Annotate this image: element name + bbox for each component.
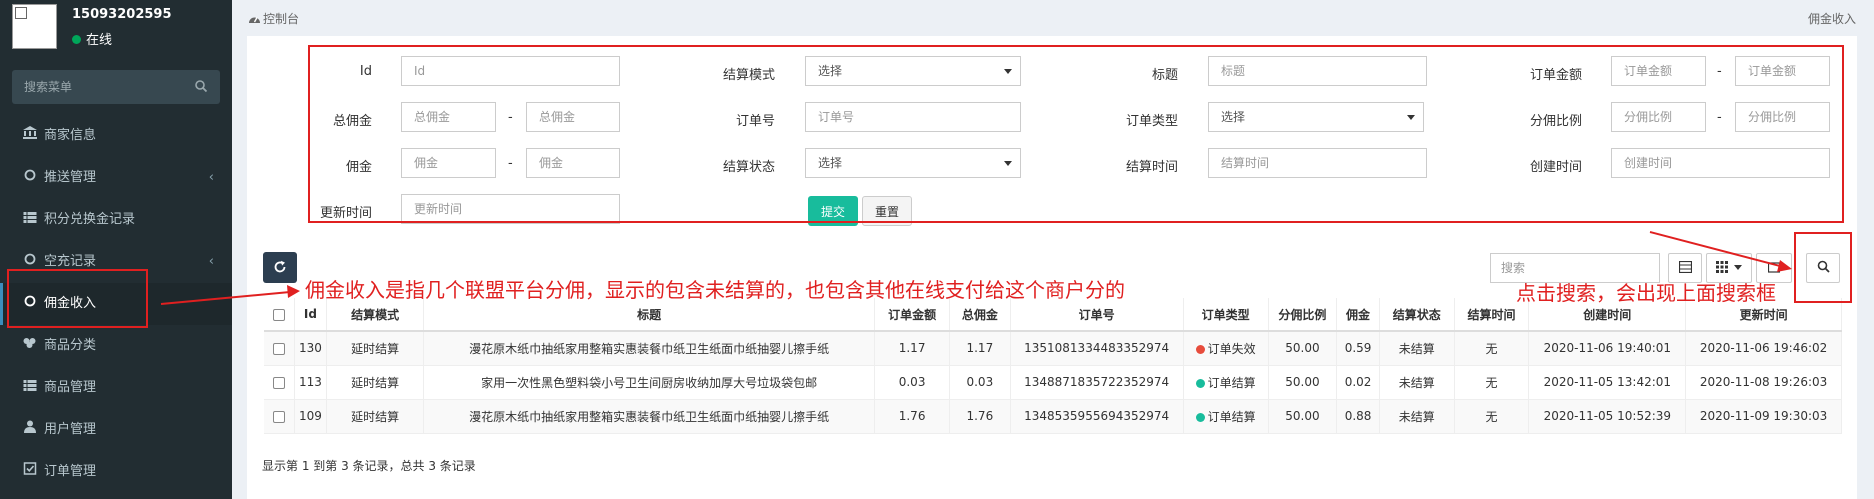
arrow-head-icon bbox=[287, 285, 300, 298]
annotation-arrows bbox=[160, 231, 1792, 305]
arrow-head-icon bbox=[1777, 260, 1792, 272]
